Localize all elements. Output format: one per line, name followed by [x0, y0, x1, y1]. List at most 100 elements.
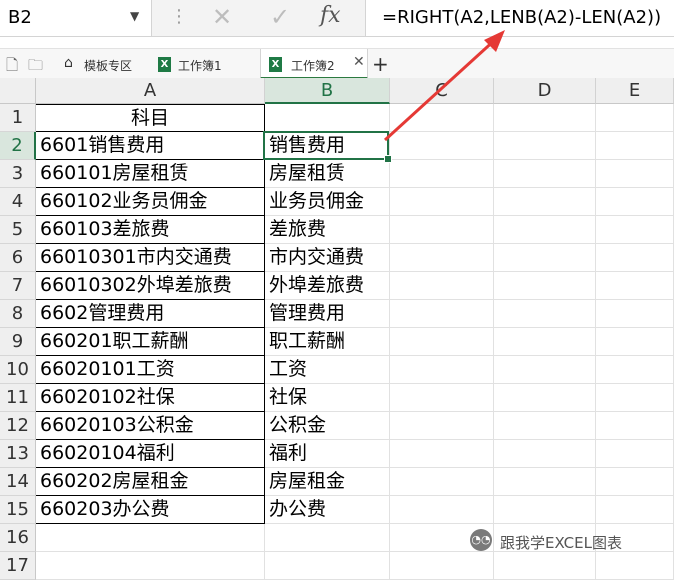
cell-e2[interactable]	[596, 132, 674, 160]
cell-b11[interactable]: 社保	[265, 384, 390, 412]
cell-d15[interactable]	[494, 496, 596, 524]
row-header-6[interactable]: 6	[0, 244, 36, 272]
cell-e11[interactable]	[596, 384, 674, 412]
cell-c6[interactable]	[390, 244, 494, 272]
cell-a15[interactable]: 660203办公费	[36, 496, 265, 524]
cell-b14[interactable]: 房屋租金	[265, 468, 390, 496]
row-header-17[interactable]: 17	[0, 552, 36, 580]
cell-e13[interactable]	[596, 440, 674, 468]
row-header-7[interactable]: 7	[0, 272, 36, 300]
row-header-10[interactable]: 10	[0, 356, 36, 384]
row-header-3[interactable]: 3	[0, 160, 36, 188]
cell-c5[interactable]	[390, 216, 494, 244]
cell-a2[interactable]: 6601销售费用	[36, 132, 265, 160]
tab-template-zone[interactable]: ⌂ 模板专区	[56, 49, 148, 79]
cell-e15[interactable]	[596, 496, 674, 524]
cell-c14[interactable]	[390, 468, 494, 496]
cell-a7[interactable]: 66010302外埠差旅费	[36, 272, 265, 300]
cell-b1[interactable]	[265, 104, 390, 132]
cell-e3[interactable]	[596, 160, 674, 188]
cell-c12[interactable]	[390, 412, 494, 440]
cell-b16[interactable]	[265, 524, 390, 552]
row-header-5[interactable]: 5	[0, 216, 36, 244]
row-header-2[interactable]: 2	[0, 132, 36, 160]
row-header-9[interactable]: 9	[0, 328, 36, 356]
cell-d1[interactable]	[494, 104, 596, 132]
cell-e7[interactable]	[596, 272, 674, 300]
cell-a4[interactable]: 660102业务员佣金	[36, 188, 265, 216]
cell-d7[interactable]	[494, 272, 596, 300]
cell-e6[interactable]	[596, 244, 674, 272]
cell-b8[interactable]: 管理费用	[265, 300, 390, 328]
cell-d13[interactable]	[494, 440, 596, 468]
column-header-b[interactable]: B	[265, 78, 390, 104]
cell-d2[interactable]	[494, 132, 596, 160]
column-header-e[interactable]: E	[596, 78, 674, 104]
cell-e9[interactable]	[596, 328, 674, 356]
select-all-corner[interactable]	[0, 78, 36, 104]
cell-d5[interactable]	[494, 216, 596, 244]
cell-b5[interactable]: 差旅费	[265, 216, 390, 244]
column-header-d[interactable]: D	[494, 78, 596, 104]
cell-a1[interactable]: 科目	[36, 104, 265, 132]
tab-workbook2[interactable]: X 工作簿2 ✕	[260, 49, 368, 79]
cell-c9[interactable]	[390, 328, 494, 356]
cell-d10[interactable]	[494, 356, 596, 384]
cell-a13[interactable]: 66020104福利	[36, 440, 265, 468]
tab-workbook1[interactable]: X 工作簿1	[150, 49, 254, 79]
insert-function-icon[interactable]: fx	[320, 3, 341, 28]
cell-b3[interactable]: 房屋租赁	[265, 160, 390, 188]
cell-b6[interactable]: 市内交通费	[265, 244, 390, 272]
cell-c2[interactable]	[390, 132, 494, 160]
cell-b15[interactable]: 办公费	[265, 496, 390, 524]
cell-e1[interactable]	[596, 104, 674, 132]
cell-e5[interactable]	[596, 216, 674, 244]
cell-d11[interactable]	[494, 384, 596, 412]
row-header-13[interactable]: 13	[0, 440, 36, 468]
cell-b4[interactable]: 业务员佣金	[265, 188, 390, 216]
cell-b10[interactable]: 工资	[265, 356, 390, 384]
cell-d3[interactable]	[494, 160, 596, 188]
cell-c10[interactable]	[390, 356, 494, 384]
close-icon[interactable]: ✕	[353, 54, 365, 70]
cell-e17[interactable]	[596, 552, 674, 580]
cell-c15[interactable]	[390, 496, 494, 524]
cell-a11[interactable]: 66020102社保	[36, 384, 265, 412]
column-header-a[interactable]: A	[36, 78, 265, 104]
cell-c1[interactable]	[390, 104, 494, 132]
cell-a14[interactable]: 660202房屋租金	[36, 468, 265, 496]
cell-a9[interactable]: 660201职工薪酬	[36, 328, 265, 356]
cell-a3[interactable]: 660101房屋租赁	[36, 160, 265, 188]
cell-a5[interactable]: 660103差旅费	[36, 216, 265, 244]
formula-input[interactable]: =RIGHT(A2,LENB(A2)-LEN(A2))	[365, 0, 674, 36]
row-header-16[interactable]: 16	[0, 524, 36, 552]
cell-a6[interactable]: 66010301市内交通费	[36, 244, 265, 272]
cell-a12[interactable]: 66020103公积金	[36, 412, 265, 440]
enter-icon[interactable]: ✓	[270, 3, 290, 31]
cell-d6[interactable]	[494, 244, 596, 272]
cell-a10[interactable]: 66020101工资	[36, 356, 265, 384]
cell-d9[interactable]	[494, 328, 596, 356]
cell-d17[interactable]	[494, 552, 596, 580]
cancel-icon[interactable]: ✕	[212, 3, 232, 31]
cell-c13[interactable]	[390, 440, 494, 468]
cell-c11[interactable]	[390, 384, 494, 412]
cell-a8[interactable]: 6602管理费用	[36, 300, 265, 328]
cell-e14[interactable]	[596, 468, 674, 496]
row-header-12[interactable]: 12	[0, 412, 36, 440]
cell-e10[interactable]	[596, 356, 674, 384]
row-header-8[interactable]: 8	[0, 300, 36, 328]
cell-c4[interactable]	[390, 188, 494, 216]
cell-b17[interactable]	[265, 552, 390, 580]
cell-b13[interactable]: 福利	[265, 440, 390, 468]
cell-b7[interactable]: 外埠差旅费	[265, 272, 390, 300]
add-tab-icon[interactable]: +	[372, 52, 389, 76]
column-header-c[interactable]: C	[390, 78, 494, 104]
chevron-down-icon[interactable]: ▼	[130, 9, 139, 23]
cell-e12[interactable]	[596, 412, 674, 440]
row-header-4[interactable]: 4	[0, 188, 36, 216]
cell-d12[interactable]	[494, 412, 596, 440]
row-header-11[interactable]: 11	[0, 384, 36, 412]
cell-d14[interactable]	[494, 468, 596, 496]
cell-d4[interactable]	[494, 188, 596, 216]
